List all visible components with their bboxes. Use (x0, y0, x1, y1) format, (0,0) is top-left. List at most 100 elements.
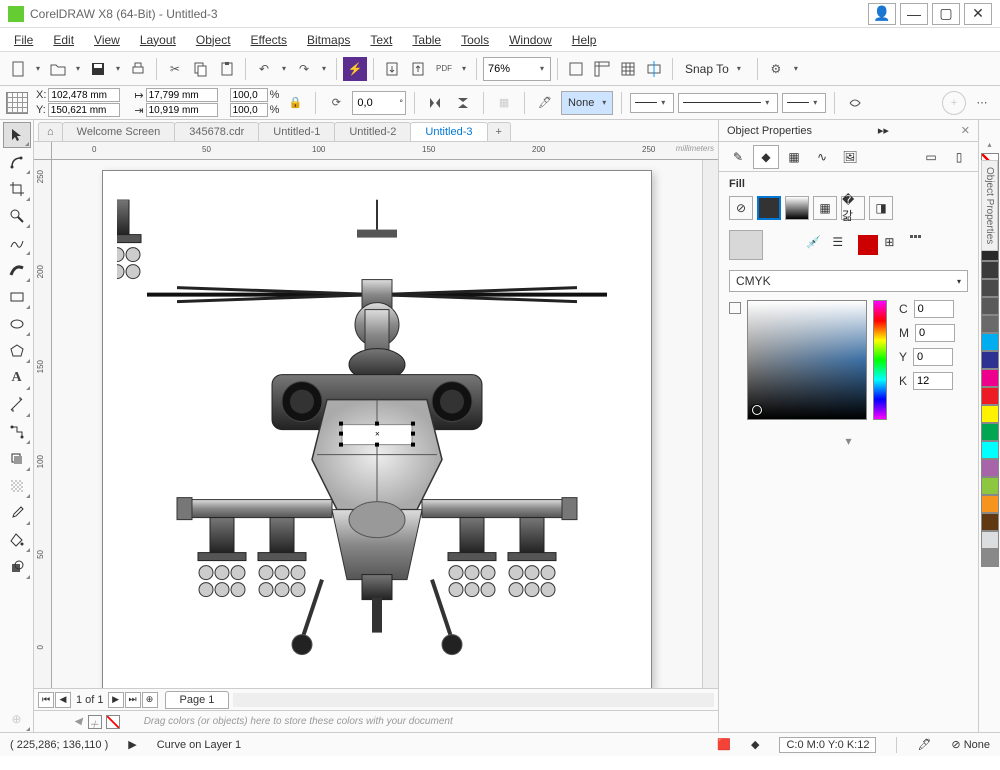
first-page-button[interactable]: ⏮ (38, 692, 54, 708)
open-dropdown[interactable]: ▾ (72, 64, 84, 73)
ruler-vertical[interactable]: 250200150100500 (34, 160, 52, 688)
add-page-button[interactable]: ⊕ (142, 692, 158, 708)
summary-tab[interactable]: ▭ (918, 145, 944, 169)
ruler-horizontal[interactable]: 050100150200250 (52, 142, 718, 160)
export-button[interactable] (406, 57, 430, 81)
parallel-dim-tool[interactable] (3, 392, 31, 418)
quick-customize-button[interactable]: ⋯ (970, 91, 994, 115)
no-color-swatch[interactable] (106, 715, 120, 729)
color-swatch[interactable] (981, 333, 999, 351)
fill-tool[interactable] (3, 527, 31, 553)
options-button[interactable]: ⚙ (764, 57, 788, 81)
undo-button[interactable]: ↶ (252, 57, 276, 81)
menu-tools[interactable]: Tools (451, 30, 499, 50)
print-button[interactable] (126, 57, 150, 81)
new-button[interactable] (6, 57, 30, 81)
menu-file[interactable]: File (4, 30, 43, 50)
new-dropdown[interactable]: ▾ (32, 64, 44, 73)
canvas[interactable]: × (52, 160, 702, 688)
tab-untitled-2[interactable]: Untitled-2 (334, 122, 411, 141)
prev-page-button[interactable]: ◀ (55, 692, 71, 708)
copy-button[interactable] (189, 57, 213, 81)
width-input[interactable] (146, 88, 218, 102)
outline-tab[interactable]: ✎ (725, 145, 751, 169)
save-button[interactable] (86, 57, 110, 81)
fill-swatch-icon[interactable]: ◆ (751, 738, 759, 751)
menu-table[interactable]: Table (402, 30, 451, 50)
more-icon[interactable] (910, 235, 921, 255)
toolbox-add[interactable]: ⊕ (3, 706, 31, 732)
add-color-swatch[interactable]: ＋ (88, 715, 102, 729)
color-swatch[interactable] (981, 531, 999, 549)
connector-tool[interactable] (3, 419, 31, 445)
rulers-button[interactable] (590, 57, 614, 81)
home-icon[interactable]: ⌂ (38, 122, 63, 141)
color-swatch[interactable] (981, 297, 999, 315)
color-swatch[interactable] (981, 279, 999, 297)
panel-close-button[interactable]: ✕ (961, 124, 970, 137)
side-docker-label[interactable]: Object Properties (981, 160, 998, 251)
rotation-input[interactable]: ° (352, 91, 406, 115)
palette-up[interactable]: ▴ (987, 140, 991, 149)
color-swatch[interactable] (981, 549, 999, 567)
color-swatch[interactable] (981, 261, 999, 279)
cyan-input[interactable] (914, 300, 954, 318)
document-palette[interactable]: ◀ ＋ Drag colors (or objects) here to sto… (34, 710, 718, 732)
ruler-corner[interactable] (34, 142, 52, 160)
y-input[interactable] (48, 103, 120, 117)
transparency-tab[interactable]: ▦ (781, 145, 807, 169)
wrap-text-button[interactable]: ▦ (492, 91, 516, 115)
x-input[interactable] (48, 88, 120, 102)
scrollbar-vertical[interactable] (702, 160, 718, 688)
scale-y-input[interactable] (230, 103, 268, 117)
polygon-tool[interactable] (3, 338, 31, 364)
menu-view[interactable]: View (84, 30, 130, 50)
palette-icon[interactable]: ⊞ (884, 235, 904, 255)
color-swatch[interactable] (981, 351, 999, 369)
tab-untitled-3[interactable]: Untitled-3 (410, 122, 487, 141)
magenta-input[interactable] (915, 324, 955, 342)
tab-untitled-1[interactable]: Untitled-1 (258, 122, 335, 141)
text-tool[interactable]: A (3, 365, 31, 391)
line-style-dropdown-2[interactable]: ▾ (678, 93, 778, 113)
menu-object[interactable]: Object (186, 30, 241, 50)
color-preview[interactable] (729, 230, 763, 260)
color-swatch[interactable] (981, 423, 999, 441)
color-swatch[interactable] (981, 405, 999, 423)
color-swatch[interactable] (981, 459, 999, 477)
postscript-fill-button[interactable]: ◨ (869, 196, 893, 220)
fullscreen-button[interactable] (564, 57, 588, 81)
close-button[interactable]: ✕ (964, 3, 992, 25)
mirror-h-button[interactable] (423, 91, 447, 115)
color-viewer-icon[interactable] (858, 235, 878, 255)
line-style-dropdown[interactable]: ▾ (630, 93, 674, 113)
add-button[interactable]: + (942, 91, 966, 115)
redo-button[interactable]: ↷ (292, 57, 316, 81)
zoom-level[interactable]: ▾ (483, 57, 551, 81)
texture-fill-button[interactable]: �갊 (841, 196, 865, 220)
paste-button[interactable] (215, 57, 239, 81)
grid-button[interactable] (616, 57, 640, 81)
freehand-tool[interactable] (3, 230, 31, 256)
import-button[interactable] (380, 57, 404, 81)
tab-welcome[interactable]: Welcome Screen (62, 122, 176, 141)
expand-panel-icon[interactable]: ▾ (729, 434, 968, 448)
menu-effects[interactable]: Effects (241, 30, 297, 50)
play-icon[interactable]: ▶ (128, 738, 136, 751)
cut-button[interactable]: ✂ (163, 57, 187, 81)
color-model-dropdown[interactable]: CMYK▾ (729, 270, 968, 292)
menu-window[interactable]: Window (499, 30, 562, 50)
color-swatch[interactable] (981, 477, 999, 495)
maximize-button[interactable]: ▢ (932, 3, 960, 25)
mirror-v-button[interactable] (451, 91, 475, 115)
color-swatch[interactable] (981, 369, 999, 387)
pick-tool[interactable] (3, 122, 31, 148)
close-curve-button[interactable] (843, 91, 867, 115)
artistic-media-tool[interactable] (3, 257, 31, 283)
start-arrow-dropdown[interactable]: ▾ (782, 93, 826, 113)
last-page-button[interactable]: ⏭ (125, 692, 141, 708)
curve-tab[interactable]: ∿ (809, 145, 835, 169)
lock-ratio-button[interactable]: 🔒 (283, 91, 307, 115)
outline-pen-status-icon[interactable]: 🖊 (917, 738, 931, 751)
eyedropper-icon[interactable]: 💉 (806, 235, 826, 255)
